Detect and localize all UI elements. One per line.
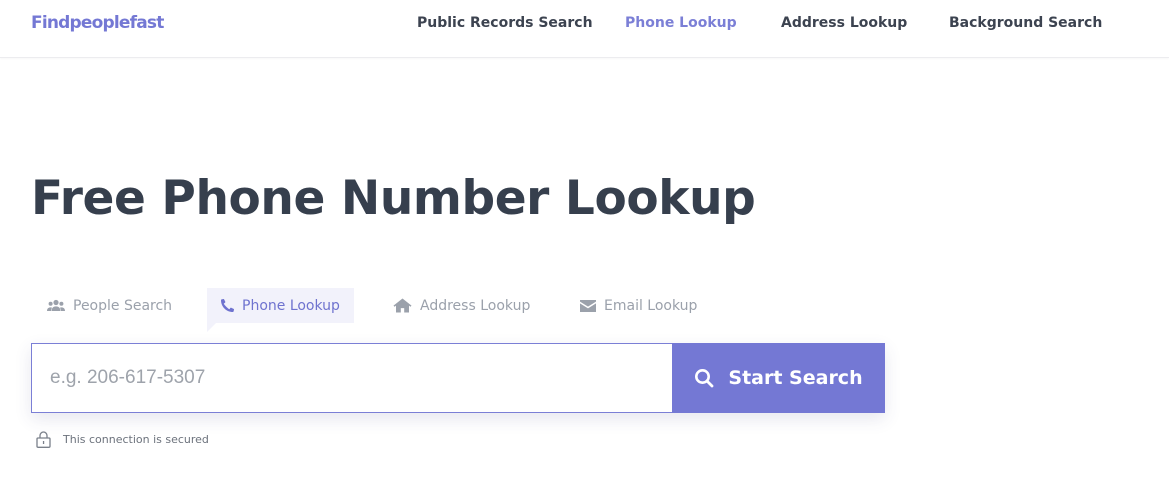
nav-public-records-search[interactable]: Public Records Search: [417, 15, 593, 31]
tab-label: Phone Lookup: [242, 297, 340, 314]
home-icon: [393, 298, 412, 313]
tab-label: Email Lookup: [604, 297, 698, 314]
nav-address-lookup[interactable]: Address Lookup: [781, 15, 907, 31]
people-icon: [47, 299, 65, 312]
security-note: This connection is secured: [36, 431, 209, 448]
nav-background-search[interactable]: Background Search: [949, 15, 1102, 31]
lock-icon: [36, 431, 51, 448]
nav-phone-lookup[interactable]: Phone Lookup: [625, 15, 737, 31]
phone-number-input[interactable]: [31, 343, 672, 413]
security-text: This connection is secured: [63, 433, 209, 446]
page-title: Free Phone Number Lookup: [31, 171, 756, 226]
tab-address-lookup[interactable]: Address Lookup: [393, 288, 530, 323]
tab-label: People Search: [73, 297, 173, 314]
tab-label: Address Lookup: [420, 297, 531, 314]
start-search-label: Start Search: [728, 367, 863, 389]
tab-email-lookup[interactable]: Email Lookup: [580, 288, 697, 323]
envelope-icon: [580, 299, 596, 312]
tab-people-search[interactable]: People Search: [47, 288, 172, 323]
search-icon: [694, 368, 714, 388]
site-header: Findpeoplefast Public Records Search Pho…: [0, 0, 1169, 58]
search-box: Start Search: [31, 343, 885, 413]
start-search-button[interactable]: Start Search: [672, 343, 885, 413]
phone-icon: [221, 299, 234, 312]
tab-phone-lookup[interactable]: Phone Lookup: [207, 288, 354, 332]
site-logo[interactable]: Findpeoplefast: [31, 13, 164, 33]
